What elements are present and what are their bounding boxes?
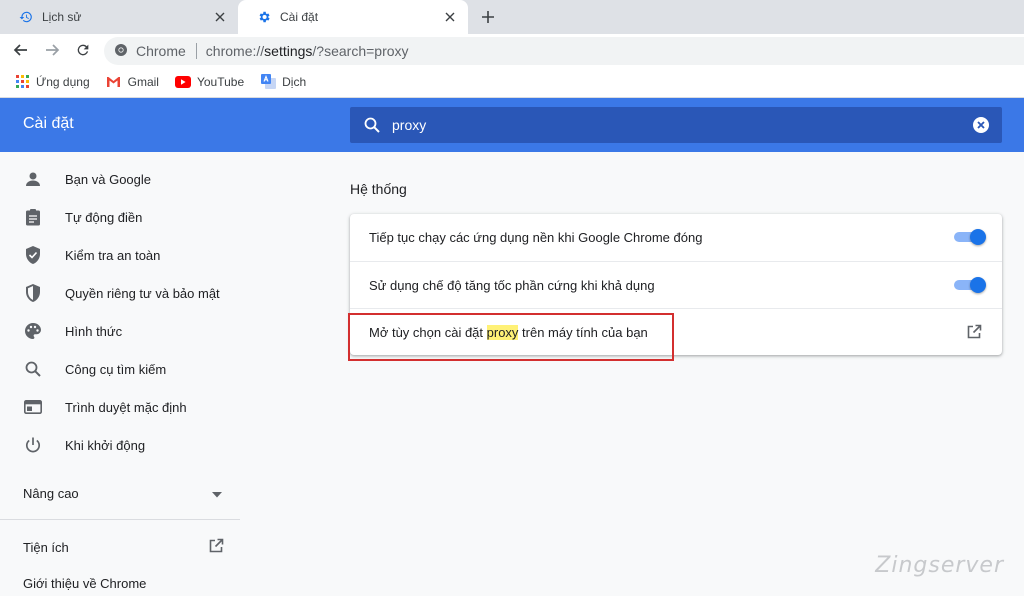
sidebar-item-label: Khi khởi động (65, 437, 146, 453)
search-icon (362, 115, 382, 135)
bookmark-gmail[interactable]: Gmail (106, 74, 159, 90)
extensions-label: Tiện ích (23, 539, 69, 555)
apps-grid-icon (14, 74, 30, 90)
close-icon[interactable] (442, 9, 458, 25)
translate-icon (260, 74, 276, 90)
sidebar-item-label: Hình thức (65, 323, 123, 339)
sidebar-item-privacy-security[interactable]: Quyền riêng tư và bảo mật (0, 274, 240, 312)
sidebar-item-label: Bạn và Google (65, 171, 152, 187)
bookmark-translate[interactable]: Dịch (260, 74, 306, 90)
history-icon (18, 9, 34, 25)
sidebar-item-you-and-google[interactable]: Bạn và Google (0, 160, 240, 198)
setting-row-background-apps[interactable]: Tiếp tục chạy các ứng dụng nền khi Googl… (350, 214, 1002, 261)
browser-icon (24, 398, 42, 416)
tab-label: Cài đặt (280, 10, 319, 24)
tab-history[interactable]: Lịch sử (0, 0, 238, 34)
clear-search-icon[interactable] (972, 116, 990, 134)
shield-icon (24, 284, 42, 302)
tab-strip: Lịch sử Cài đặt (0, 0, 1024, 34)
omnibox-separator (195, 43, 197, 59)
shield-check-icon (24, 246, 42, 264)
person-icon (24, 170, 42, 188)
setting-label: Tiếp tục chạy các ứng dụng nền khi Googl… (369, 230, 703, 245)
arrow-right-icon (46, 44, 60, 56)
palette-icon (24, 322, 42, 340)
sidebar-advanced-toggle[interactable]: Nâng cao (0, 477, 240, 509)
tab-label: Lịch sử (42, 10, 82, 24)
background-apps-toggle[interactable] (954, 229, 986, 245)
bookmark-label: Ứng dụng (36, 74, 90, 89)
sidebar-item-appearance[interactable]: Hình thức (0, 312, 240, 350)
sidebar-item-on-startup[interactable]: Khi khởi động (0, 426, 240, 464)
caret-down-icon (212, 486, 222, 501)
forward-button[interactable] (42, 40, 62, 60)
toggle-knob (970, 229, 986, 245)
hardware-acceleration-toggle[interactable] (954, 277, 986, 293)
gear-icon (256, 9, 272, 25)
settings-search-box[interactable] (350, 107, 1002, 143)
sidebar-item-label: Trình duyệt mặc định (65, 399, 187, 415)
page-title: Cài đặt (23, 115, 74, 132)
youtube-icon (174, 74, 191, 90)
section-title-system: Hệ thống (350, 181, 407, 197)
sidebar-item-label: Kiểm tra an toàn (65, 247, 161, 263)
bookmark-youtube[interactable]: YouTube (174, 74, 245, 90)
open-in-new-icon (208, 538, 224, 557)
settings-header: Cài đặt (0, 98, 1024, 152)
bookmark-apps[interactable]: Ứng dụng (14, 74, 90, 90)
advanced-label: Nâng cao (23, 485, 79, 501)
new-tab-button[interactable] (478, 7, 498, 27)
setting-row-hardware-acceleration[interactable]: Sử dụng chế độ tăng tốc phần cứng khi kh… (350, 261, 1002, 308)
url-text: chrome://settings/?search=proxy (205, 43, 409, 59)
chrome-logo-icon (114, 43, 128, 60)
sidebar-item-default-browser[interactable]: Trình duyệt mặc định (0, 388, 240, 426)
site-name: Chrome (136, 43, 186, 59)
open-in-new-icon[interactable] (965, 323, 983, 341)
sidebar-item-extensions[interactable]: Tiện ích (0, 533, 240, 561)
browser-toolbar: Chrome chrome://settings/?search=proxy (0, 34, 1024, 66)
reload-button[interactable] (73, 40, 93, 60)
plus-icon (482, 11, 494, 23)
clipboard-icon (24, 208, 42, 226)
settings-sidebar: Bạn và Google Tự động điền Kiểm tra an t… (0, 152, 240, 596)
sidebar-item-label: Công cụ tìm kiếm (65, 361, 167, 377)
reload-icon (77, 44, 89, 56)
annotation-highlight-box (348, 313, 674, 361)
watermark: Zingserver (875, 553, 1004, 578)
search-input[interactable] (392, 117, 952, 133)
sidebar-divider (0, 519, 240, 520)
power-icon (24, 436, 42, 454)
sidebar-item-label: Quyền riêng tư và bảo mật (65, 285, 220, 301)
search-icon (24, 360, 42, 378)
sidebar-item-autofill[interactable]: Tự động điền (0, 198, 240, 236)
sidebar-item-safety-check[interactable]: Kiểm tra an toàn (0, 236, 240, 274)
bookmarks-bar: Ứng dụng Gmail YouTube Dịch (0, 66, 1024, 98)
bookmark-label: YouTube (196, 74, 245, 89)
sidebar-item-label: Tự động điền (65, 209, 143, 225)
bookmark-label: Gmail (127, 74, 159, 89)
sidebar-item-about-chrome[interactable]: Giới thiệu về Chrome (23, 576, 146, 591)
address-bar[interactable]: Chrome chrome://settings/?search=proxy (104, 37, 1024, 65)
gmail-icon (106, 74, 122, 90)
sidebar-item-search-engine[interactable]: Công cụ tìm kiếm (0, 350, 240, 388)
toggle-knob (970, 277, 986, 293)
setting-label: Sử dụng chế độ tăng tốc phần cứng khi kh… (369, 277, 655, 293)
tab-settings[interactable]: Cài đặt (238, 0, 468, 34)
arrow-left-icon (13, 44, 27, 56)
close-icon[interactable] (212, 9, 228, 25)
bookmark-label: Dịch (282, 74, 307, 89)
back-button[interactable] (11, 40, 31, 60)
